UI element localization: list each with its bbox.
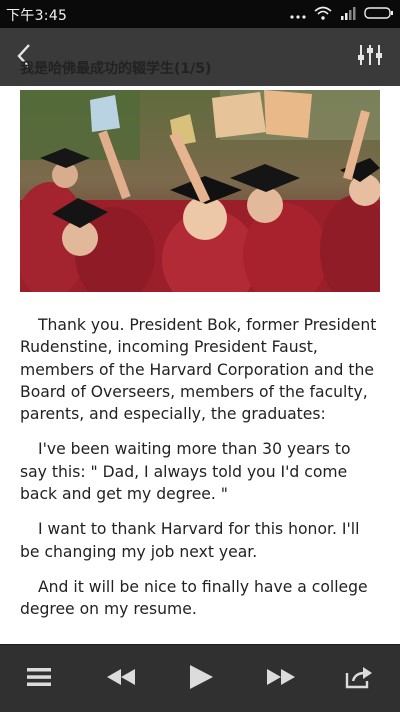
rewind-icon (105, 667, 137, 691)
paragraph: And it will be nice to finally have a co… (20, 577, 368, 619)
article-content[interactable]: Thank you. President Bok, former Preside… (0, 86, 400, 644)
signal-icon (340, 5, 356, 24)
more-dots-icon (290, 5, 306, 24)
title-bar: 我是哈佛最成功的辍学生(1/5) (0, 28, 400, 86)
paragraph: Thank you. President Bok, former Preside… (20, 316, 377, 424)
paragraph: I want to thank Harvard for this honor. … (20, 520, 360, 561)
play-button[interactable] (176, 645, 226, 712)
play-icon (187, 663, 215, 695)
equalizer-button[interactable] (354, 40, 386, 74)
rewind-button[interactable] (96, 645, 146, 712)
equalizer-icon (357, 43, 383, 71)
paragraph: I've been waiting more than 30 years to … (20, 440, 351, 504)
battery-icon (364, 5, 394, 24)
player-bar (0, 644, 400, 712)
fast-forward-button[interactable] (256, 645, 306, 712)
status-bar: 下午3:45 (0, 0, 400, 28)
status-icons (290, 4, 394, 24)
fast-forward-icon (265, 667, 297, 691)
menu-button[interactable] (18, 645, 60, 712)
article-text: Thank you. President Bok, former Preside… (20, 314, 382, 634)
wifi-icon (314, 5, 332, 24)
share-button[interactable] (336, 645, 382, 712)
page-title: 我是哈佛最成功的辍学生(1/5) (20, 61, 212, 77)
status-time: 下午3:45 (6, 8, 68, 24)
graduation-photo (12, 90, 390, 310)
menu-icon (27, 667, 51, 691)
share-icon (345, 665, 373, 693)
